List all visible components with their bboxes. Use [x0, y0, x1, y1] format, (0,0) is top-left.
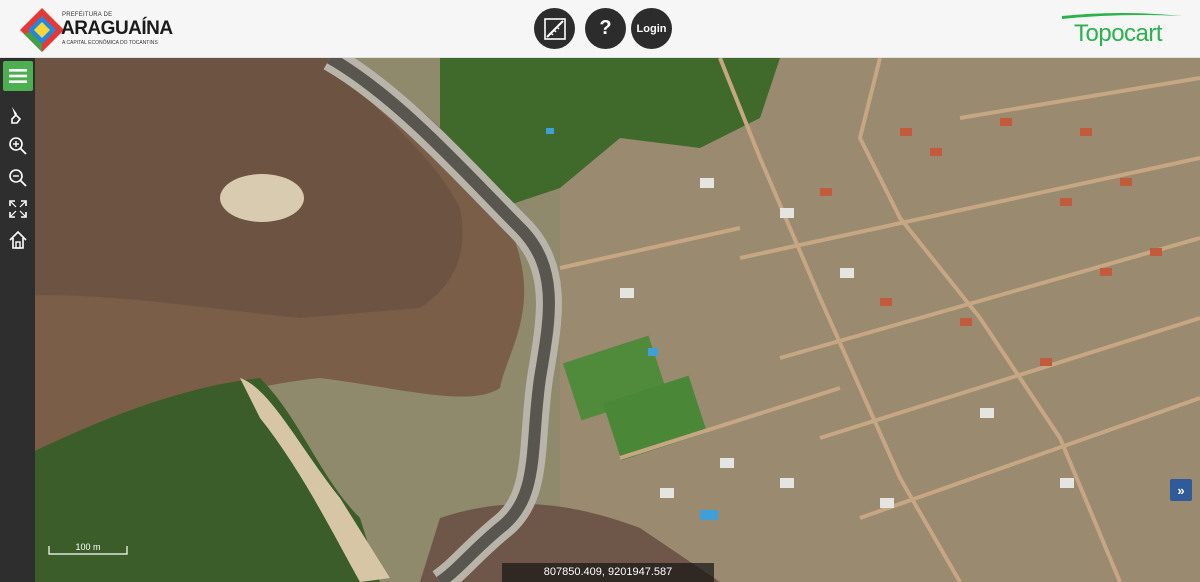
- zoom-in-icon: [9, 137, 27, 155]
- logo-city-name: ARAGUAÍNA: [61, 18, 173, 39]
- zoom-in-button[interactable]: [3, 132, 33, 160]
- home-icon: [9, 230, 27, 249]
- scale-label: 100 m: [75, 542, 101, 552]
- menu-icon: [9, 69, 27, 83]
- login-button[interactable]: Login: [631, 8, 672, 49]
- logo-tagline: A CAPITAL ECONÔMICA DO TOCANTINS: [62, 40, 158, 46]
- ruler-measure-icon: [543, 17, 566, 40]
- zoom-out-button[interactable]: [3, 164, 33, 192]
- coordinate-readout: 807850.409, 9201947.587: [502, 563, 714, 582]
- fullscreen-button[interactable]: [3, 195, 33, 223]
- home-button[interactable]: [3, 226, 33, 254]
- fullscreen-icon: [9, 200, 27, 218]
- map-scale-bar: 100 m: [48, 542, 128, 556]
- brush-icon: [11, 107, 22, 124]
- aerial-map[interactable]: 100 m 807850.409, 9201947.587 »: [0, 58, 1200, 582]
- top-header: PREFEITURA DE ARAGUAÍNA A CAPITAL ECONÔM…: [0, 0, 1200, 58]
- measure-button[interactable]: [534, 8, 575, 49]
- brand-name: Topocart: [1074, 20, 1163, 47]
- expand-panel-button[interactable]: »: [1170, 479, 1192, 501]
- menu-button[interactable]: [3, 61, 33, 91]
- araguaina-logo[interactable]: PREFEITURA DE ARAGUAÍNA A CAPITAL ECONÔM…: [18, 6, 173, 54]
- map-tools-sidebar: [0, 58, 35, 582]
- logo-mark-icon: [20, 8, 64, 52]
- aerial-imagery: [0, 58, 1200, 582]
- zoom-out-icon: [9, 169, 27, 187]
- brush-tool-button[interactable]: [3, 101, 33, 129]
- help-button[interactable]: ?: [585, 8, 626, 49]
- topocart-logo[interactable]: Topocart: [1060, 10, 1184, 47]
